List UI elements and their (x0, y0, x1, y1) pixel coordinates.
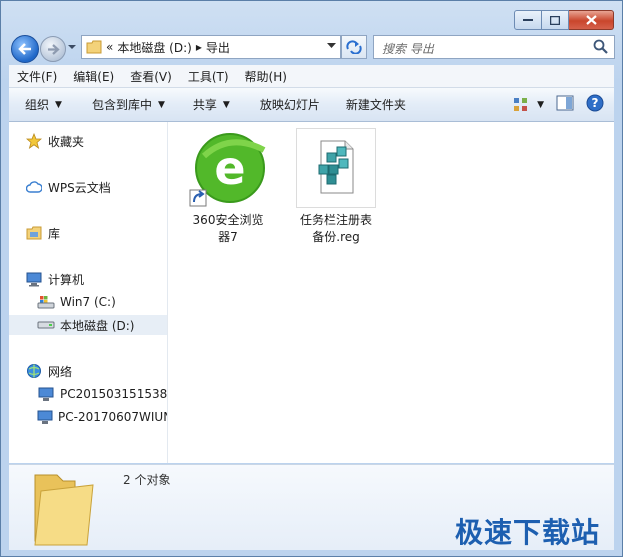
library-icon (25, 224, 43, 242)
search-placeholder: 搜索 导出 (382, 42, 434, 56)
address-bar[interactable]: « 本地磁盘 (D:) ▸ 导出 (81, 35, 341, 59)
help-button[interactable]: ? (586, 94, 604, 115)
forward-arrow-icon (47, 43, 60, 55)
command-bar: 组织 ▼ 包含到库中 ▼ 共享 ▼ 放映幻灯片 新建文件夹 ▼ ? (9, 88, 614, 122)
item-count: 2 个对象 (123, 473, 171, 487)
minimize-icon (523, 19, 533, 21)
star-icon (25, 132, 43, 150)
include-library-label: 包含到库中 (91, 98, 152, 112)
nav-library-label: 库 (48, 226, 61, 241)
network-computer-icon (37, 385, 55, 403)
nav-favorites-label: 收藏夹 (48, 134, 85, 149)
details-pane: 2 个对象 极速下载站 (9, 464, 614, 550)
organize-button[interactable]: 组织 ▼ (9, 96, 72, 113)
back-button[interactable] (11, 35, 39, 63)
file-list: e 360安全浏览 器7 任务栏注册表 备份.reg (167, 122, 614, 463)
nav-drive-d-label: 本地磁盘 (D:) (60, 318, 135, 333)
recent-pages-dropdown-icon[interactable] (67, 42, 77, 52)
file-name-line2: 备份.reg (312, 230, 360, 244)
back-arrow-icon (18, 43, 31, 55)
slideshow-button[interactable]: 放映幻灯片 (240, 96, 330, 113)
nav-wps-cloud[interactable]: WPS云文档 (25, 177, 111, 197)
close-button[interactable] (569, 10, 614, 30)
drive-icon (37, 316, 55, 334)
file-name-line2: 器7 (218, 230, 238, 244)
window-caption-buttons (514, 10, 614, 30)
cloud-icon (25, 178, 43, 196)
preview-pane-button[interactable] (556, 95, 574, 114)
nav-computer[interactable]: 计算机 (25, 269, 84, 289)
nav-computer-label: 计算机 (48, 272, 85, 287)
close-icon (585, 15, 597, 25)
computer-icon (25, 270, 43, 288)
svg-text:e: e (214, 141, 245, 195)
network-computer-icon (37, 408, 53, 426)
file-name-line1: 360安全浏览 (192, 213, 264, 227)
menu-tools[interactable]: 工具(T) (180, 68, 237, 85)
share-dropdown-icon: ▼ (222, 99, 230, 110)
nav-favorites[interactable]: 收藏夹 (25, 131, 84, 151)
organize-label: 组织 (25, 98, 50, 112)
include-library-button[interactable]: 包含到库中 ▼ (72, 96, 175, 113)
nav-network-label: 网络 (48, 364, 73, 379)
nav-wps-label: WPS云文档 (48, 180, 111, 195)
nav-library[interactable]: 库 (25, 223, 60, 243)
file-name: 360安全浏览 器7 (183, 212, 273, 246)
slideshow-label: 放映幻灯片 (259, 98, 320, 112)
menu-edit[interactable]: 编辑(E) (65, 68, 122, 85)
system-drive-icon (37, 293, 55, 311)
organize-dropdown-icon: ▼ (55, 99, 62, 110)
folder-icon (86, 40, 102, 54)
address-dropdown-icon[interactable] (327, 42, 336, 50)
file-item-360-browser[interactable]: e 360安全浏览 器7 (183, 128, 273, 246)
view-grid-icon (514, 97, 528, 111)
explorer-window: « 本地磁盘 (D:) ▸ 导出 搜索 导出 文件(F) 编辑(E) 查看(V)… (0, 0, 623, 557)
forward-button[interactable] (40, 36, 66, 62)
minimize-button[interactable] (514, 10, 542, 30)
maximize-button[interactable] (542, 10, 569, 30)
nav-pc1-label: PC201503151538 (60, 387, 168, 401)
toolbar-right: ▼ ? (501, 94, 604, 115)
menu-file[interactable]: 文件(F) (9, 68, 65, 85)
preview-pane-icon (556, 95, 574, 111)
maximize-icon (550, 15, 560, 25)
menu-view[interactable]: 查看(V) (122, 68, 180, 85)
refresh-icon (346, 40, 362, 54)
include-dropdown-icon: ▼ (157, 99, 165, 110)
network-icon (25, 362, 43, 380)
folder-large-icon (34, 474, 94, 546)
refresh-button[interactable] (341, 35, 367, 59)
breadcrumb-overflow[interactable]: « (106, 40, 113, 54)
breadcrumb-separator[interactable]: ▸ (196, 40, 202, 54)
menu-bar: 文件(F) 编辑(E) 查看(V) 工具(T) 帮助(H) (9, 65, 614, 88)
nav-pc2-label: PC-20170607WIUN (58, 410, 167, 424)
search-box[interactable]: 搜索 导出 (373, 35, 615, 59)
nav-drive-d[interactable]: 本地磁盘 (D:) (9, 315, 167, 335)
watermark-text: 极速下载站 (454, 516, 600, 549)
file-item-registry[interactable]: 任务栏注册表 备份.reg (291, 128, 381, 246)
new-folder-button[interactable]: 新建文件夹 (330, 96, 416, 113)
share-label: 共享 (192, 98, 217, 112)
breadcrumb-localdisk[interactable]: 本地磁盘 (D:) (117, 39, 191, 56)
browser-shortcut-icon: e (188, 128, 268, 208)
svg-text:?: ? (592, 96, 599, 110)
navigation-pane: 收藏夹 WPS云文档 库 计算机 Win7 (C:) 本地磁盘 (D:) 网络 … (9, 122, 168, 463)
content-area: 收藏夹 WPS云文档 库 计算机 Win7 (C:) 本地磁盘 (D:) 网络 … (9, 122, 614, 463)
view-options-button[interactable]: ▼ (513, 97, 544, 113)
share-button[interactable]: 共享 ▼ (175, 96, 240, 113)
view-dropdown-icon: ▼ (537, 99, 544, 110)
registry-file-icon (296, 128, 376, 208)
nav-pc1[interactable]: PC201503151538 (37, 384, 167, 404)
search-icon[interactable] (593, 39, 609, 55)
file-name: 任务栏注册表 备份.reg (291, 212, 381, 246)
nav-network[interactable]: 网络 (25, 361, 72, 381)
nav-pc2[interactable]: PC-20170607WIUN (37, 407, 167, 427)
help-icon: ? (586, 94, 604, 112)
file-name-line1: 任务栏注册表 (299, 213, 372, 227)
new-folder-label: 新建文件夹 (345, 98, 406, 112)
breadcrumb-current[interactable]: 导出 (206, 39, 230, 56)
nav-drive-c-label: Win7 (C:) (60, 295, 116, 309)
nav-drive-c[interactable]: Win7 (C:) (37, 292, 116, 312)
menu-help[interactable]: 帮助(H) (237, 68, 295, 85)
